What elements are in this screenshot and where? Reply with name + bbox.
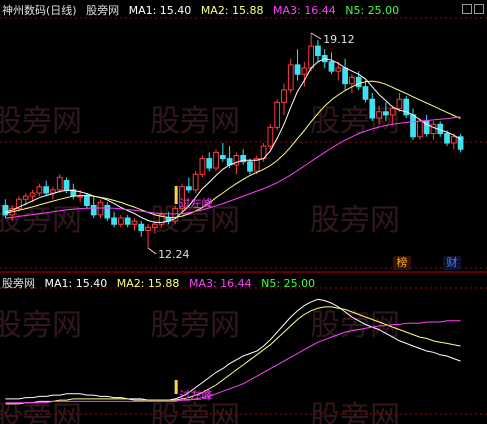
legend-ma1: MA1: 15.40	[44, 277, 108, 290]
candle-body	[355, 76, 362, 88]
candle-body	[56, 176, 63, 191]
candle-body	[104, 205, 111, 219]
high-pointer	[310, 32, 322, 40]
top-legend: 神州数码(日线) 股旁网 MA1: 15.40 MA2: 15.88 MA3: …	[2, 2, 399, 18]
candle-body	[151, 223, 158, 228]
candle-body	[124, 217, 131, 225]
candle-body	[145, 226, 151, 231]
candle-body	[349, 76, 355, 85]
candle-body	[185, 186, 192, 191]
candle-body	[206, 158, 213, 169]
candle-body	[84, 195, 90, 206]
indicator-name[interactable]: 股旁网	[2, 277, 35, 290]
candle-body	[192, 173, 199, 191]
candle-body	[308, 45, 315, 69]
candle-body	[301, 67, 308, 75]
kline-chart-window: { "app_title": "神州数码(日线)", "watermark": …	[0, 0, 487, 424]
legend-ma2: MA2: 15.88	[116, 277, 180, 290]
candle-body	[315, 45, 321, 56]
candle-body	[267, 126, 274, 147]
candle-body	[410, 114, 416, 138]
candle-body	[97, 201, 104, 216]
chart-canvas: 19.1212.24过左峰过左峰	[0, 17, 487, 415]
candle-body	[416, 120, 423, 138]
ma-line-ma3	[5, 116, 461, 219]
candle-body	[396, 98, 403, 110]
candle-body	[369, 98, 376, 119]
candle-body	[376, 111, 382, 119]
candle-body	[342, 67, 348, 85]
candle-body	[281, 89, 287, 103]
low-label: 12.24	[158, 248, 190, 261]
candle-body	[450, 136, 457, 144]
rank-badge[interactable]: 榜	[393, 256, 411, 270]
legend-ma2: MA2: 15.88	[200, 4, 264, 17]
candle-body	[362, 86, 369, 100]
low-pointer	[147, 247, 157, 255]
candle-body	[2, 205, 9, 216]
candle-body	[430, 123, 437, 135]
candle-body	[444, 133, 450, 144]
candle-body	[43, 186, 50, 194]
window-toggle-icon[interactable]	[474, 4, 484, 14]
legend-n5: N5: 25.00	[261, 277, 316, 290]
candle-body	[138, 223, 145, 231]
signal-label: 过左峰	[180, 389, 213, 402]
app-title: 神州数码(日线)	[2, 4, 77, 17]
candle-body	[274, 101, 281, 128]
candle-body	[213, 151, 219, 169]
high-label: 19.12	[323, 33, 355, 46]
signal-bar	[174, 380, 178, 394]
candle-body	[389, 108, 396, 116]
window-toggle-icon[interactable]	[462, 4, 472, 14]
lower-line-ma2	[5, 306, 461, 405]
candle-body	[382, 111, 389, 116]
bottom-legend: 股旁网 MA1: 15.40 MA2: 15.88 MA3: 16.44 N5:…	[2, 275, 315, 291]
legend-ma3: MA3: 16.44	[273, 4, 336, 17]
signal-bar	[174, 186, 178, 204]
finance-badge[interactable]: 财	[443, 256, 461, 270]
legend-n5: N5: 25.00	[345, 4, 400, 17]
candle-body	[90, 205, 97, 216]
candle-body	[247, 161, 253, 172]
candle-body	[36, 186, 43, 194]
indicator-name[interactable]: 股旁网	[86, 4, 119, 17]
candle-body	[287, 64, 294, 91]
candle-body	[22, 195, 29, 200]
candle-body	[118, 217, 124, 225]
candle-body	[63, 180, 70, 191]
candle-body	[131, 220, 138, 225]
candle-body	[50, 189, 56, 194]
candle-body	[219, 155, 226, 160]
candle-body	[199, 158, 206, 175]
candle-body	[29, 192, 36, 197]
lower-line-ma1	[5, 298, 461, 401]
legend-ma3: MA3: 16.44	[188, 277, 252, 290]
candle-body	[111, 217, 117, 225]
candle-body	[335, 67, 342, 72]
signal-label: 过左峰	[180, 197, 213, 210]
candle-body	[328, 61, 335, 72]
candle-body	[294, 64, 301, 75]
legend-ma1: MA1: 15.40	[128, 4, 192, 17]
candle-body	[77, 195, 84, 198]
